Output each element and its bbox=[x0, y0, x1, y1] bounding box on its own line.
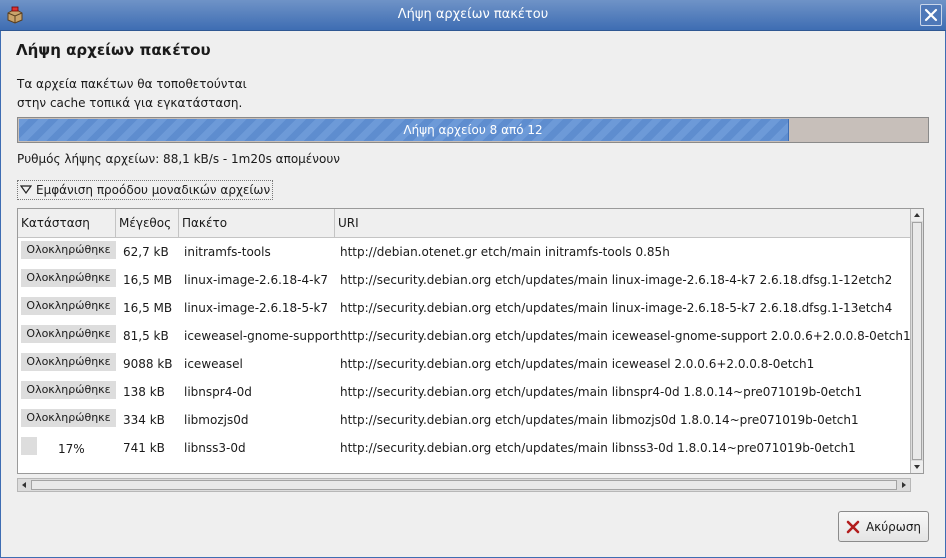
row-status: Ολοκληρώθηκε bbox=[21, 241, 116, 259]
row-uri: http://security.debian.org etch/updates/… bbox=[340, 301, 893, 315]
table-header: Κατάσταση Μέγεθος Πακέτο URI bbox=[18, 209, 911, 238]
column-header-package[interactable]: Πακέτο bbox=[179, 209, 335, 237]
window-titlebar: Λήψη αρχείων πακέτου bbox=[0, 0, 946, 31]
table-row[interactable]: Ολοκληρώθηκε 16,5 MB linux-image-2.6.18-4-… bbox=[18, 265, 911, 293]
row-status: Ολοκληρώθηκε bbox=[21, 381, 116, 399]
row-progress-bar bbox=[21, 437, 37, 455]
expander-triangle-icon bbox=[20, 185, 32, 195]
table-row[interactable]: Ολοκληρώθηκε 334 kB libmozjs0d http://secur… bbox=[18, 405, 911, 433]
show-individual-files-expander[interactable]: Εμφάνιση προόδου μοναδικών αρχείων bbox=[17, 180, 274, 200]
row-package: libnspr4-0d bbox=[184, 385, 252, 399]
row-status: Ολοκληρώθηκε bbox=[21, 353, 116, 371]
horizontal-scroll-thumb[interactable] bbox=[31, 480, 897, 490]
description-line-1: Τα αρχεία πακέτων θα τοποθετούνται bbox=[17, 77, 247, 91]
column-header-status[interactable]: Κατάσταση bbox=[18, 209, 116, 237]
row-size: 16,5 MB bbox=[123, 301, 173, 315]
cancel-button[interactable]: Ακύρωση bbox=[838, 511, 929, 542]
row-uri: http://security.debian.org etch/updates/… bbox=[340, 357, 815, 371]
dialog-heading: Λήψη αρχείων πακέτου bbox=[16, 41, 211, 59]
row-size: 334 kB bbox=[123, 413, 165, 427]
cancel-x-icon bbox=[846, 520, 860, 533]
row-size: 9088 kB bbox=[123, 357, 173, 371]
row-uri: http://security.debian.org etch/updates/… bbox=[340, 273, 893, 287]
row-uri: http://security.debian.org etch/updates/… bbox=[340, 385, 863, 399]
window-title: Λήψη αρχείων πακέτου bbox=[397, 7, 549, 22]
row-uri: http://debian.otenet.gr etch/main initra… bbox=[340, 245, 670, 259]
close-icon bbox=[924, 8, 938, 22]
row-status: Ολοκληρώθηκε bbox=[21, 297, 116, 315]
row-status: Ολοκληρώθηκε bbox=[21, 409, 116, 427]
table-row[interactable]: Ολοκληρώθηκε 62,7 kB initramfs-tools http:/… bbox=[18, 237, 911, 265]
row-size: 62,7 kB bbox=[123, 245, 169, 259]
table-body: Ολοκληρώθηκε 62,7 kB initramfs-tools http:/… bbox=[18, 237, 911, 461]
arrow-right-icon[interactable] bbox=[898, 479, 910, 491]
description-line-2: στην cache τοπικά για εγκατάσταση. bbox=[17, 96, 243, 110]
row-size: 81,5 kB bbox=[123, 329, 169, 343]
row-package: libmozjs0d bbox=[184, 413, 249, 427]
arrow-down-icon bbox=[914, 465, 920, 469]
row-status: Ολοκληρώθηκε bbox=[21, 269, 116, 287]
row-package: initramfs-tools bbox=[184, 245, 271, 259]
expander-label: Εμφάνιση προόδου μοναδικών αρχείων bbox=[36, 183, 271, 197]
row-package: linux-image-2.6.18-5-k7 bbox=[184, 301, 329, 315]
column-header-size[interactable]: Μέγεθος bbox=[116, 209, 179, 237]
table-row[interactable]: Ολοκληρώθηκε 138 kB libnspr4-0d http://secu… bbox=[18, 377, 911, 405]
progress-text: Λήψη αρχείου 8 από 12 bbox=[403, 123, 543, 137]
column-header-uri[interactable]: URI bbox=[335, 209, 911, 237]
row-status: Ολοκληρώθηκε bbox=[21, 325, 116, 343]
download-rate-text: Ρυθμός λήψης αρχείων: 88,1 kB/s - 1m20s … bbox=[17, 152, 340, 166]
row-uri: http://security.debian.org etch/updates/… bbox=[340, 329, 911, 343]
vertical-scrollbar[interactable] bbox=[910, 209, 923, 473]
row-uri: http://security.debian.org etch/updates/… bbox=[340, 413, 859, 427]
table-row[interactable]: 17% 741 kB libnss3-0d http://security.debia… bbox=[18, 433, 911, 461]
arrow-up-icon bbox=[914, 213, 920, 217]
cancel-label: Ακύρωση bbox=[865, 519, 922, 534]
row-size: 138 kB bbox=[123, 385, 165, 399]
table-row[interactable]: Ολοκληρώθηκε 81,5 kB iceweasel-gnome-suppo… bbox=[18, 321, 911, 349]
table-row[interactable]: Ολοκληρώθηκε 16,5 MB linux-image-2.6.18-5-… bbox=[18, 293, 911, 321]
table-row[interactable]: Ολοκληρώθηκε 9088 kB iceweasel http://secur… bbox=[18, 349, 911, 377]
row-status: 17% bbox=[58, 442, 85, 456]
row-size: 741 kB bbox=[123, 441, 165, 455]
scroll-down-button[interactable] bbox=[911, 461, 923, 473]
row-package: iceweasel bbox=[184, 357, 243, 371]
row-size: 16,5 MB bbox=[123, 273, 173, 287]
vertical-scroll-thumb[interactable] bbox=[912, 222, 922, 460]
close-button[interactable] bbox=[920, 4, 942, 26]
row-package: iceweasel-gnome-support bbox=[184, 329, 340, 343]
arrow-left-icon[interactable] bbox=[18, 479, 30, 491]
overall-progress-bar: Λήψη αρχείου 8 από 12 bbox=[17, 117, 929, 143]
scroll-up-button[interactable] bbox=[911, 209, 923, 221]
row-uri: http://security.debian.org etch/updates/… bbox=[340, 441, 856, 455]
file-progress-table[interactable]: Κατάσταση Μέγεθος Πακέτο URI Ολοκληρώθηκ… bbox=[17, 208, 924, 474]
row-package: libnss3-0d bbox=[184, 441, 246, 455]
horizontal-scrollbar[interactable] bbox=[17, 478, 911, 492]
row-package: linux-image-2.6.18-4-k7 bbox=[184, 273, 329, 287]
